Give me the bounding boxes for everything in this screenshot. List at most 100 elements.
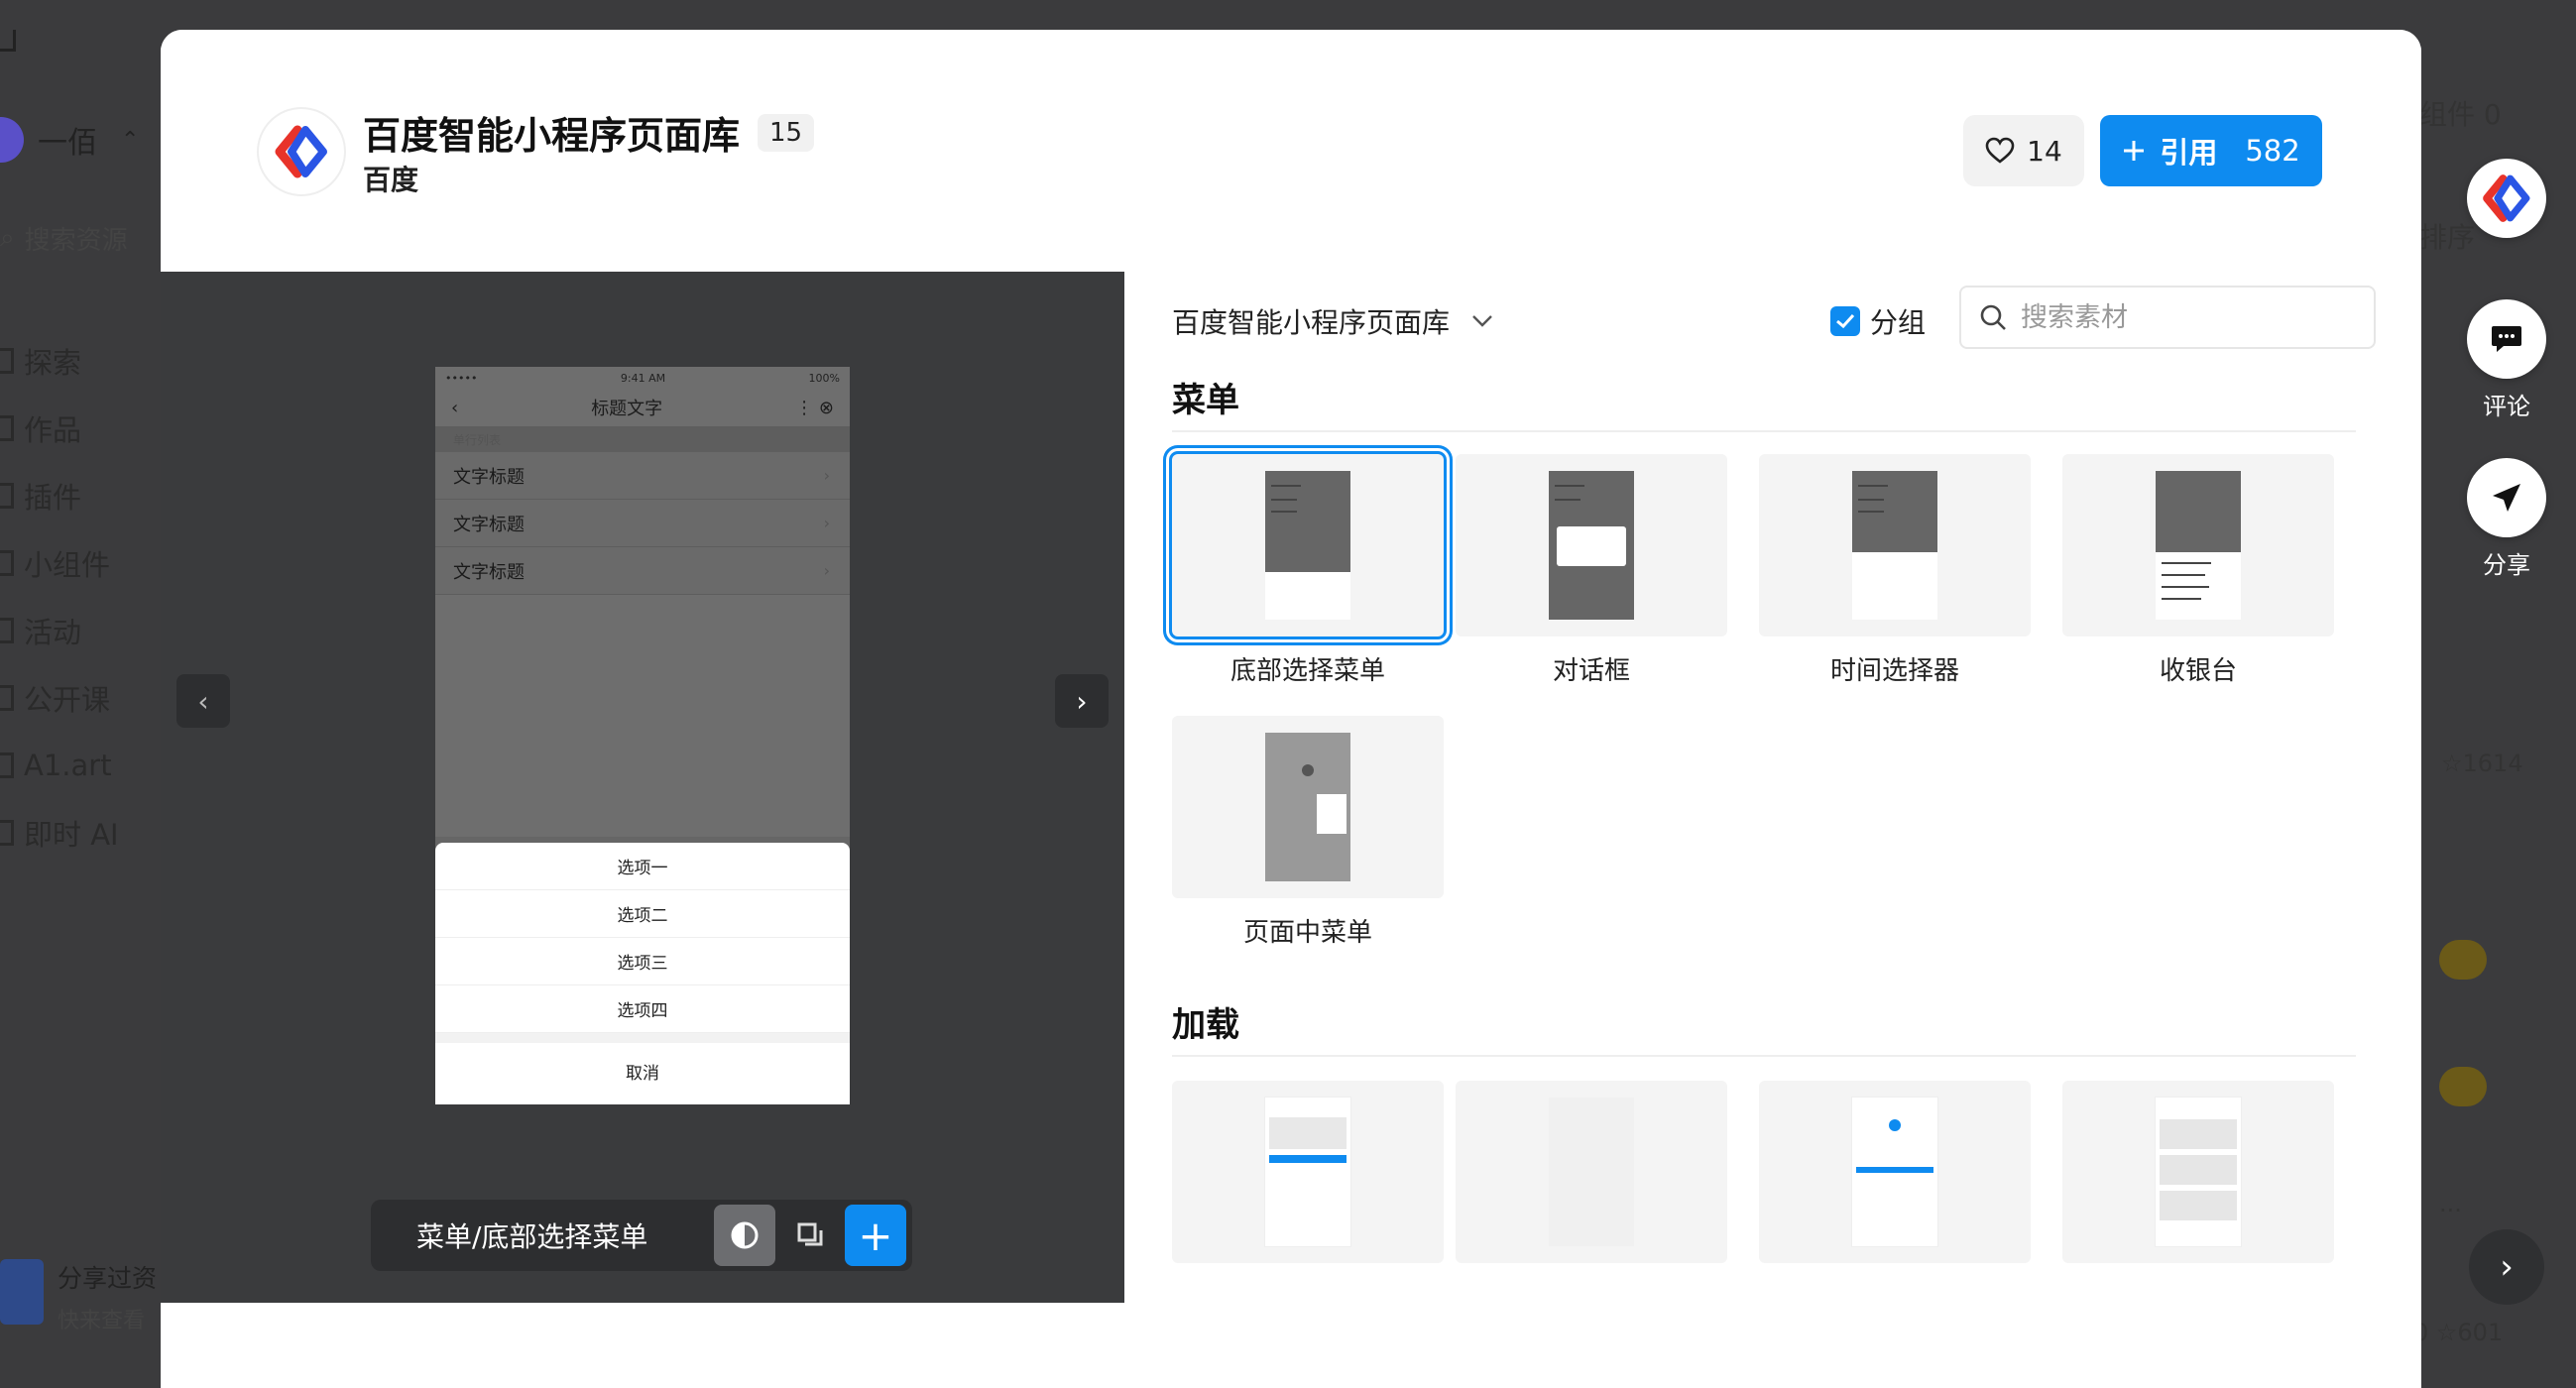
dots: ... — [2439, 1190, 2462, 1217]
signal-indicator: ••••• — [445, 371, 478, 385]
card-thumbnail — [1172, 1081, 1444, 1263]
back-icon: ‹ — [451, 397, 459, 418]
phone-nav-title: 标题文字 — [591, 399, 663, 419]
chevron-updown-icon: ⌃ — [121, 127, 140, 153]
background-nav: 探索 作品 插件 小组件 活动 公开课 A1.art 即时 AI — [0, 327, 159, 867]
next-page-button[interactable]: › — [2469, 1229, 2544, 1305]
library-select[interactable]: 百度智能小程序页面库 — [1172, 301, 1493, 341]
bottom-action-sheet: 选项一 选项二 选项三 选项四 取消 — [435, 843, 850, 1104]
comment-button[interactable] — [2467, 299, 2546, 379]
card-thumbnail — [1456, 1081, 1727, 1263]
group-label: 分组 — [1870, 306, 1927, 339]
like-button[interactable]: 14 — [1963, 115, 2084, 186]
count-badge: 15 — [758, 113, 815, 152]
material-card[interactable] — [1172, 1081, 1444, 1277]
plus-icon — [2124, 141, 2145, 161]
phone-status-bar: ••••• 9:41 AM 100% — [435, 367, 850, 389]
card-thumbnail — [1759, 1081, 2031, 1263]
library-avatar-button[interactable] — [2467, 159, 2546, 238]
sheet-option: 选项四 — [435, 985, 850, 1033]
card-thumbnail — [2062, 1081, 2334, 1263]
group-checkbox[interactable]: 分组 — [1830, 301, 1926, 341]
library-select-value: 百度智能小程序页面库 — [1172, 306, 1451, 339]
material-card[interactable]: 页面中菜单 — [1172, 716, 1444, 949]
star-count: ☆1614 — [2441, 750, 2523, 777]
card-label: 收银台 — [2159, 656, 2237, 686]
section-title-loading: 加载 — [1172, 1005, 1239, 1045]
card-thumbnail — [1172, 454, 1444, 636]
card-label: 页面中菜单 — [1242, 918, 1372, 948]
nav-item: 小组件 — [0, 529, 159, 597]
chevron-right-icon: › — [1076, 684, 1088, 718]
search-placeholder: 搜索资源 — [24, 226, 128, 256]
share-thumbnail — [0, 1259, 44, 1325]
previous-button[interactable]: ‹ — [176, 674, 230, 728]
card-label: 底部选择菜单 — [1229, 656, 1385, 686]
section-title-menu: 菜单 — [1172, 381, 1239, 420]
user-name: 一佰 — [38, 126, 97, 161]
material-panel: 百度智能小程序页面库 分组 菜单 底部选择菜单 — [1124, 272, 2421, 1303]
background-share-card: 分享过资 快来查看 — [0, 1259, 157, 1334]
cite-button[interactable]: 引用 582 — [2100, 115, 2322, 186]
plus-icon: + — [858, 1211, 893, 1260]
search-icon — [1980, 304, 2006, 330]
share-button[interactable] — [2467, 458, 2546, 537]
cite-label: 引用 — [2160, 136, 2218, 170]
nav-item: 插件 — [0, 462, 159, 529]
comment-icon — [2492, 326, 2521, 352]
chevron-left-icon: ‹ — [197, 684, 209, 718]
library-title: 百度智能小程序页面库 — [363, 114, 741, 158]
chevron-right-icon: › — [823, 466, 830, 485]
page-title: 百度智能小程序页面库 15 — [363, 105, 815, 160]
material-card[interactable]: 时间选择器 — [1759, 454, 2031, 687]
material-search — [1959, 286, 2376, 349]
material-card[interactable] — [1759, 1081, 2031, 1277]
component-count: 组件 0 — [2419, 98, 2502, 131]
share-title: 分享过资 — [58, 1264, 158, 1293]
material-card[interactable]: 收银台 — [2062, 454, 2334, 687]
phone-section-label: 单行列表 — [435, 426, 850, 452]
share-label: 分享 — [2483, 551, 2530, 579]
copy-button[interactable] — [779, 1205, 841, 1266]
sheet-cancel: 取消 — [626, 1063, 659, 1084]
share-subtitle: 快来查看 — [58, 1309, 146, 1333]
material-card[interactable] — [1456, 1081, 1727, 1277]
add-button[interactable]: + — [845, 1205, 906, 1266]
material-card[interactable]: 底部选择菜单 — [1172, 454, 1444, 687]
material-card[interactable]: 对话框 — [1456, 454, 1727, 687]
card-thumbnail — [1172, 716, 1444, 898]
theme-toggle-button[interactable] — [714, 1205, 775, 1266]
search-input[interactable] — [2021, 301, 2358, 333]
chevron-right-icon: › — [823, 514, 830, 532]
phone-overlay — [435, 595, 850, 837]
chevron-down-icon — [1472, 315, 1492, 327]
card-thumbnail — [2062, 454, 2334, 636]
sheet-option: 选项三 — [435, 938, 850, 985]
list-item: 文字标题 › — [435, 547, 850, 595]
chevron-right-icon: › — [823, 561, 830, 580]
copy-icon — [797, 1222, 823, 1246]
decorative-blob — [2439, 940, 2487, 980]
send-icon — [2493, 484, 2520, 512]
like-count: 14 — [2027, 134, 2062, 168]
phone-nav-bar: ‹ 标题文字 ⋮ ⊗ — [435, 389, 850, 426]
nav-item: 公开课 — [0, 664, 159, 732]
nav-item: 探索 — [0, 327, 159, 395]
nav-item: 作品 — [0, 395, 159, 462]
phone-preview: ••••• 9:41 AM 100% ‹ 标题文字 ⋮ ⊗ 单行列表 文字标题 ›… — [435, 367, 850, 1104]
list-item: 文字标题 › — [435, 452, 850, 500]
star-count: 0 ☆601 — [2413, 1319, 2504, 1346]
checkbox-checked-icon — [1830, 306, 1860, 336]
home-icon — [0, 30, 16, 52]
modal-header: 百度智能小程序页面库 15 百度 14 引用 582 — [161, 30, 2421, 272]
battery-level: 100% — [808, 371, 840, 385]
card-thumbnail — [1759, 454, 2031, 636]
more-close-icon: ⋮ ⊗ — [795, 397, 834, 418]
background-user: 一佰 ⌃ — [0, 117, 147, 163]
heart-icon — [1985, 137, 2015, 164]
nav-item: 活动 — [0, 597, 159, 664]
library-modal: 百度智能小程序页面库 15 百度 14 引用 582 ••••• 9:41 AM… — [161, 30, 2421, 1388]
card-label: 对话框 — [1552, 656, 1630, 686]
next-button[interactable]: › — [1055, 674, 1109, 728]
material-card[interactable] — [2062, 1081, 2334, 1277]
